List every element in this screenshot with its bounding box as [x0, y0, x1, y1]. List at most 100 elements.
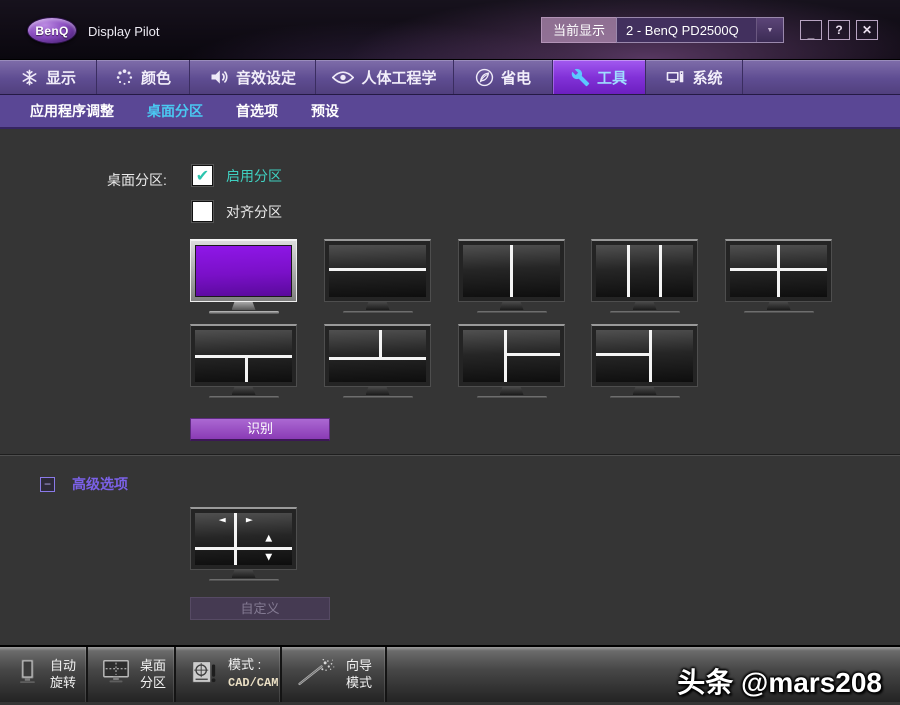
color-icon — [115, 68, 134, 87]
layout-quad-grid[interactable] — [725, 239, 832, 314]
auto-rotate-icon — [13, 657, 41, 692]
tab-color[interactable]: 颜色 — [97, 60, 190, 94]
resize-arrow-icon[interactable]: ◄ — [219, 517, 226, 526]
tools-icon — [571, 68, 590, 87]
auto-rotate-button[interactable]: 自动旋转 — [0, 647, 88, 702]
customize-button[interactable]: 自定义 — [190, 597, 330, 620]
enable-partition-checkbox[interactable]: ✔ — [192, 165, 213, 186]
subnav-item-desktop-partition[interactable]: 桌面分区 — [147, 101, 203, 121]
collapse-toggle-icon[interactable]: − — [40, 477, 55, 492]
display-icon — [20, 68, 39, 87]
tab-label: 音效设定 — [236, 67, 296, 88]
audio-icon — [209, 67, 229, 87]
layout-fullscreen[interactable] — [190, 239, 297, 314]
layout-left-full-right-split[interactable] — [458, 324, 565, 399]
window-buttons: _ ? ✕ — [800, 20, 878, 40]
wizard-label-2: 模式 — [346, 675, 372, 690]
tab-power-saving[interactable]: 省电 — [454, 60, 553, 94]
auto-rotate-label-1: 自动 — [50, 658, 76, 673]
system-icon — [665, 68, 685, 87]
layout-top-full-bottom-split[interactable] — [190, 324, 297, 399]
benq-logo: BenQ — [27, 17, 77, 44]
partition-line — [329, 268, 426, 271]
section-divider — [0, 454, 900, 456]
tab-label: 省电 — [501, 67, 531, 88]
sub-nav: 应用程序调整 桌面分区 首选项 预设 — [0, 95, 900, 129]
partition-line — [659, 245, 662, 297]
layout-bottom-full-top-split[interactable] — [324, 324, 431, 399]
enable-partition-row: ✔ 启用分区 — [192, 165, 282, 186]
advanced-options-label: 高级选项 — [72, 474, 128, 494]
tab-label: 颜色 — [141, 67, 171, 88]
wizard-mode-button[interactable]: 向导模式 — [282, 647, 387, 702]
subnav-item-app-adjust[interactable]: 应用程序调整 — [30, 101, 114, 121]
main-nav: 显示 颜色 音效设定 人体工程学 省电 — [0, 60, 900, 95]
partition-line — [195, 547, 292, 550]
cad-cam-label: CAD/CAM — [228, 676, 278, 690]
auto-rotate-label-2: 旋转 — [50, 675, 76, 690]
wizard-mode-icon — [295, 656, 337, 693]
display-pilot-window: BenQ Display Pilot 当前显示 2 - BenQ PD2500Q… — [0, 0, 900, 705]
watermark-text: 头条 @mars208 — [677, 661, 882, 701]
titlebar: BenQ Display Pilot 当前显示 2 - BenQ PD2500Q… — [0, 0, 900, 60]
partition-line — [245, 356, 248, 382]
partition-section-label: 桌面分区: — [107, 170, 167, 190]
partition-line — [379, 330, 382, 359]
resize-arrow-icon[interactable]: ► — [246, 517, 253, 526]
ergonomics-icon — [332, 70, 354, 85]
mode-label: 模式 : — [228, 657, 261, 672]
wizard-label-1: 向导 — [346, 658, 372, 673]
resize-arrow-icon[interactable]: ▲ — [265, 535, 272, 544]
tab-label: 系统 — [692, 67, 722, 88]
advanced-options-header: − 高级选项 — [40, 474, 128, 494]
chevron-down-icon[interactable]: ▼ — [756, 18, 783, 42]
layout-right-full-left-split[interactable] — [591, 324, 698, 399]
partition-line — [234, 513, 237, 565]
tab-system[interactable]: 系统 — [646, 60, 743, 94]
tab-display[interactable]: 显示 — [0, 60, 97, 94]
display-selector-dropdown[interactable]: 2 - BenQ PD2500Q ▼ — [616, 17, 784, 43]
partition-line — [506, 353, 560, 356]
identify-button[interactable]: 识别 — [190, 418, 330, 441]
desktop-partition-label-1: 桌面 — [140, 658, 166, 673]
display-selector-value: 2 - BenQ PD2500Q — [617, 23, 756, 38]
cad-cam-mode-button[interactable]: 模式 : CAD/CAM — [176, 647, 282, 702]
layout-three-columns[interactable] — [591, 239, 698, 314]
minimize-button[interactable]: _ — [800, 20, 822, 40]
desktop-partition-icon — [101, 657, 131, 692]
power-saving-icon — [475, 68, 494, 87]
resize-arrow-icon[interactable]: ▼ — [265, 553, 272, 562]
align-partition-checkbox[interactable] — [192, 201, 213, 222]
close-button[interactable]: ✕ — [856, 20, 878, 40]
tab-ergonomics[interactable]: 人体工程学 — [316, 60, 454, 94]
help-button[interactable]: ? — [828, 20, 850, 40]
partition-line — [195, 355, 292, 358]
enable-partition-label: 启用分区 — [226, 166, 282, 186]
partition-line — [329, 357, 426, 360]
benq-logo-text: BenQ — [35, 24, 68, 38]
cad-cam-mode-icon — [189, 657, 219, 692]
partition-content: 桌面分区: ✔ 启用分区 对齐分区 — [0, 129, 900, 645]
align-partition-label: 对齐分区 — [226, 202, 282, 222]
app-title: Display Pilot — [88, 24, 160, 39]
tab-label: 显示 — [46, 67, 76, 88]
layout-two-rows[interactable] — [324, 239, 431, 314]
align-partition-row: 对齐分区 — [192, 201, 282, 222]
subnav-item-preferences[interactable]: 首选项 — [236, 101, 278, 121]
partition-line — [777, 245, 780, 297]
partition-line — [510, 245, 513, 297]
tab-audio-settings[interactable]: 音效设定 — [190, 60, 316, 94]
desktop-partition-label-2: 分区 — [140, 675, 166, 690]
current-display-label: 当前显示 — [541, 17, 616, 43]
bottom-toolbar: 自动旋转 桌面分区 模式 : CAD/CAM 向导模式 头条 @mars208 — [0, 645, 900, 702]
desktop-partition-button[interactable]: 桌面分区 — [88, 647, 176, 702]
tab-label: 工具 — [597, 67, 627, 88]
layout-two-columns[interactable] — [458, 239, 565, 314]
main-nav-filler — [743, 60, 900, 94]
subnav-item-presets[interactable]: 预设 — [311, 101, 339, 121]
partition-line — [596, 353, 650, 356]
tab-label: 人体工程学 — [361, 67, 436, 88]
tab-tools[interactable]: 工具 — [553, 60, 646, 94]
layout-custom-adjustable[interactable]: ◄ ► ▲ ▼ — [190, 507, 297, 582]
titlebar-controls: 当前显示 2 - BenQ PD2500Q ▼ _ ? ✕ — [541, 17, 878, 43]
